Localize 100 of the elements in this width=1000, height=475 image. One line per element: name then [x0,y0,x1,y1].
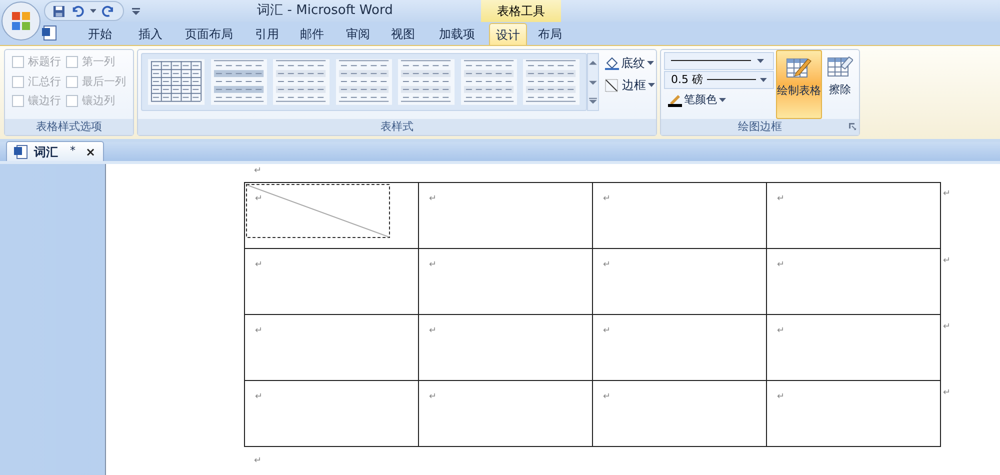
border-icon[interactable] [605,78,618,92]
eraser-icon [827,54,853,78]
group-title: 绘图边框 [738,118,782,135]
table-cell[interactable]: ↵ [419,381,593,446]
table-cell[interactable]: ↵ [245,249,419,314]
eraser-button[interactable]: 擦除 [824,50,856,119]
undo-icon[interactable] [70,5,84,17]
table-cell[interactable]: ↵ [593,381,767,446]
checkbox[interactable] [66,56,78,68]
save-icon[interactable] [53,4,65,18]
modified-indicator: * [70,143,76,160]
table-cell[interactable]: ↵ [245,315,419,380]
paint-bucket-icon[interactable] [605,56,619,70]
ribbon-tab[interactable]: 邮件 [289,23,335,45]
table-cell[interactable]: ↵ [245,183,419,248]
caret-icon[interactable] [760,78,767,82]
ribbon-tab[interactable]: 设计 [489,23,527,45]
draw-table-button[interactable]: 绘制表格 [776,50,822,119]
caret-icon[interactable] [90,9,96,13]
paragraph-mark: ↵ [777,392,785,402]
table-cell[interactable]: ↵ [767,315,941,380]
table-cell[interactable]: ↵ [593,183,767,248]
tab-title: 词汇 [34,144,58,160]
table-style-thumbnail[interactable] [273,59,330,105]
table-cell[interactable]: ↵ [419,249,593,314]
group-title: 表格样式选项 [36,118,102,135]
row-end-mark: ↵ [943,389,951,400]
paragraph-mark: ↵ [603,194,611,204]
table-style-thumbnail[interactable] [398,59,455,105]
redo-icon[interactable] [102,5,115,17]
checkbox-label: 镶边行 [28,93,61,109]
table-cell[interactable]: ↵ [593,249,767,314]
ribbon-tab[interactable]: 布局 [527,23,573,45]
row-end-mark: ↵ [943,190,951,201]
table-style-thumbnail[interactable] [336,59,392,105]
paragraph-mark: ↵ [603,260,611,270]
paragraph-mark: ↵ [254,167,263,178]
paragraph-mark: ↵ [429,326,437,336]
ribbon-tab[interactable]: 加载项 [425,23,489,45]
caret-icon[interactable] [647,61,654,65]
ribbon-tab[interactable]: 视图 [381,23,425,45]
table-style-thumbnail[interactable] [210,59,268,105]
row-end-mark: ↵ [943,257,951,268]
table-cell[interactable]: ↵ [767,249,941,314]
paragraph-mark: ↵ [429,392,437,402]
line-weight-dropdown[interactable]: 0.5 磅 [664,71,774,89]
checkbox[interactable] [66,76,78,88]
word-icon [42,25,58,41]
ribbon-tab[interactable]: 开始 [72,23,128,45]
table-cell[interactable]: ↵ [245,381,419,446]
paragraph-mark: ↵ [603,392,611,402]
contextual-tab-label: 表格工具 [481,0,561,22]
ribbon-tab[interactable]: 引用 [245,23,289,45]
line-weight-value: 0.5 磅 [671,72,703,88]
word-doc-icon [14,144,28,158]
ribbon-tab[interactable]: 页面布局 [173,23,245,45]
caret-icon[interactable] [757,59,764,63]
shading-button[interactable]: 底纹 [621,54,645,72]
line-sample-icon [707,79,756,81]
paragraph-mark: ↵ [255,392,263,402]
paragraph-mark: ↵ [254,457,263,466]
checkbox[interactable] [66,95,78,108]
window-title: 词汇 - Microsoft Word [256,2,394,20]
caret-icon[interactable] [648,83,655,87]
checkbox-label: 第一列 [82,54,115,70]
paragraph-mark: ↵ [255,260,263,270]
close-button[interactable]: × [86,142,96,160]
paragraph-mark: ↵ [777,326,785,336]
pen-color-button[interactable]: 笔颜色 [684,92,717,108]
ribbon-tab[interactable]: 审阅 [335,23,381,45]
paragraph-mark: ↵ [777,194,785,204]
checkbox-label: 镶边列 [82,93,115,109]
pen-icon[interactable] [668,93,682,108]
paragraph-mark: ↵ [603,326,611,336]
line-style-dropdown[interactable] [664,52,774,70]
document-tab[interactable]: 词汇 * × [6,141,104,161]
table-cell[interactable]: ↵ [767,381,941,446]
group-title: 表样式 [380,118,414,135]
paragraph-mark: ↵ [255,194,263,204]
checkbox[interactable] [12,95,24,108]
table-style-thumbnail[interactable] [523,59,580,105]
table-cell[interactable]: ↵ [767,183,941,248]
caret-icon[interactable] [719,98,726,102]
row-end-mark: ↵ [943,323,951,334]
customize-icon[interactable] [132,7,140,15]
table-cell[interactable]: ↵ [419,315,593,380]
table-style-thumbnail[interactable] [148,59,205,105]
checkbox[interactable] [12,56,24,68]
table-cell[interactable]: ↵ [593,315,767,380]
ribbon-tab[interactable]: 插入 [128,23,173,45]
checkbox-label: 标题行 [28,54,61,70]
paragraph-mark: ↵ [255,326,263,336]
paragraph-mark: ↵ [777,260,785,270]
table-style-thumbnail[interactable] [460,59,518,105]
borders-button[interactable]: 边框 [622,76,646,94]
paragraph-mark: ↵ [429,194,437,204]
table-cell[interactable]: ↵ [419,183,593,248]
line-sample-icon [671,60,751,62]
checkbox[interactable] [12,76,24,88]
dialog-launcher-icon[interactable] [849,123,856,130]
